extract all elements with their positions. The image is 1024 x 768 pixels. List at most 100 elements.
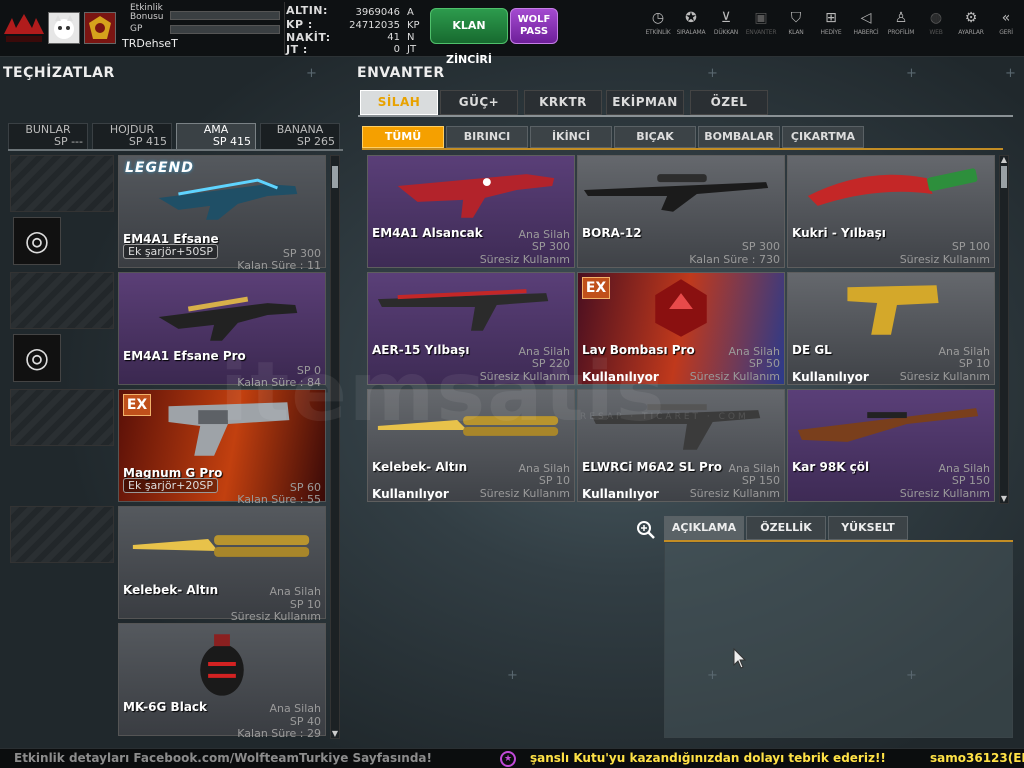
inventory-item-card[interactable]: Kukri - Yılbaşı SP 100 Süresiz Kullanım: [787, 155, 995, 268]
nav-etkinlik[interactable]: ◷ ETKİNLİK: [641, 10, 675, 46]
nav-label: WEB: [929, 29, 943, 36]
nav-ayarlar[interactable]: ⚙ AYARLAR: [954, 10, 988, 46]
inventory-scrollbar[interactable]: ▲ ▼: [999, 155, 1009, 504]
item-name: Kelebek- Altın: [123, 583, 219, 597]
inventory-item-card[interactable]: Kar 98K çöl Ana Silah SP 150 Süresiz Kul…: [787, 389, 995, 502]
loadout-tab[interactable]: BANANA SP 265: [260, 123, 340, 149]
equipped-item-card[interactable]: LEGEND EM4A1 Efsane Ek şarjör+50SP SP 30…: [118, 155, 326, 272]
item-type: Ana Silah: [269, 585, 321, 598]
nav-geri[interactable]: « GERİ: [989, 10, 1023, 46]
item-time: Süresiz Kullanım: [899, 370, 990, 383]
game-logo: [4, 14, 44, 42]
decor-plus: +: [1005, 66, 1016, 81]
nav-hediye[interactable]: ⊞ HEDİYE: [814, 10, 848, 46]
decor-plus: +: [906, 668, 917, 683]
nav-siralama[interactable]: ✪ SIRALAMA: [674, 10, 708, 46]
item-name: Kelebek- Altın: [372, 460, 468, 474]
nav-haberci[interactable]: ◁ HABERCİ: [849, 10, 883, 46]
subtab-bicak[interactable]: BIÇAK: [614, 126, 696, 148]
player-avatar[interactable]: [48, 12, 80, 44]
tab-yukselt[interactable]: YÜKSELT: [828, 516, 908, 540]
subtab-tumu[interactable]: TÜMÜ: [362, 126, 444, 148]
nav-label: HEDİYE: [820, 29, 842, 36]
subtab-bombalar[interactable]: BOMBALAR: [698, 126, 780, 148]
tab-krktr[interactable]: KRKTR: [524, 90, 602, 115]
nav-envanter[interactable]: ▣ ENVANTER: [744, 10, 778, 46]
item-sp: SP 300: [741, 240, 780, 253]
gear-icon: ⚙: [964, 10, 978, 26]
tab-ekipman[interactable]: EKİPMAN: [606, 90, 684, 115]
scroll-down-arrow-icon[interactable]: ▼: [331, 730, 339, 738]
currency-unit: KP: [407, 20, 420, 31]
gp-bar: [170, 25, 280, 34]
item-sp: SP 300: [531, 240, 570, 253]
tab-ozel[interactable]: ÖZEL: [690, 90, 768, 115]
currency-label: JT :: [286, 43, 308, 56]
ticker-message: samo36123(EM: [930, 751, 1024, 765]
item-bonus-tag: Ek şarjör+20SP: [123, 478, 218, 493]
scroll-thumb[interactable]: [1001, 166, 1007, 188]
nav-label: DÜKKAN: [713, 29, 739, 36]
scroll-up-arrow-icon[interactable]: ▲: [1000, 156, 1008, 164]
clan-chain-button[interactable]: KLAN ZİNCİRİ: [430, 8, 508, 66]
equipped-item-card[interactable]: MK-6G Black Ana Silah SP 40 Kalan Süre :…: [118, 623, 326, 740]
rifle-icon: [377, 289, 549, 331]
inventory-item-card[interactable]: DE GL Ana Silah SP 10 Süresiz Kullanım K…: [787, 272, 995, 385]
decor-plus: +: [306, 66, 317, 81]
subtab-ikinci[interactable]: İKİNCİ: [530, 126, 612, 148]
clan-emblem[interactable]: [84, 12, 116, 44]
subtab-birinci[interactable]: BIRINCI: [446, 126, 528, 148]
event-bonus-label: Etkinlik Bonusu: [130, 3, 164, 22]
nav-profilim[interactable]: ♙ PROFİLİM: [884, 10, 918, 46]
item-time: Kalan Süre : 11: [237, 259, 321, 272]
currency-unit: JT: [407, 44, 417, 55]
wolf-pass-button[interactable]: WOLF PASS: [510, 8, 558, 44]
item-sp: SP 10: [958, 357, 990, 370]
watermark-text: itemsatis: [220, 345, 667, 440]
megaphone-icon: ◁: [860, 10, 872, 26]
equipped-item-card[interactable]: Kelebek- Altın Ana Silah SP 10 Süresiz K…: [118, 506, 326, 623]
loadout-tab-sp: SP 415: [212, 135, 251, 148]
nav-klan[interactable]: ⛉ KLAN: [779, 10, 813, 46]
nav-dukkan[interactable]: ⊻ DÜKKAN: [709, 10, 743, 46]
loadout-tab[interactable]: BUNLAR SP ---: [8, 123, 88, 149]
inventory-item-card[interactable]: EM4A1 Alsancak Ana Silah SP 300 Süresiz …: [367, 155, 575, 268]
ex-badge: EX: [582, 277, 610, 299]
tab-ozellik[interactable]: ÖZELLİK: [746, 516, 826, 540]
shield-icon: ⛉: [790, 10, 802, 26]
reload-icon[interactable]: ◎: [13, 334, 61, 382]
loadout-tab[interactable]: HOJDUR SP 415: [92, 123, 172, 149]
loadout-tab-sp: SP 265: [296, 135, 335, 148]
decor-plus: +: [707, 668, 718, 683]
nav-label: AYARLAR: [958, 29, 984, 36]
subtab-cikartma[interactable]: ÇIKARTMA: [782, 126, 864, 148]
empty-slot[interactable]: [10, 389, 114, 446]
loadout-tab-active[interactable]: AMA SP 415: [176, 123, 256, 149]
equipment-title: TEÇHİZATLAR: [3, 65, 115, 81]
nav-web[interactable]: ◍ WEB: [919, 10, 953, 46]
reload-icon[interactable]: ◎: [13, 217, 61, 265]
equipment-scrollbar[interactable]: ▼: [330, 155, 340, 739]
empty-slot[interactable]: [10, 155, 114, 212]
nav-label: ENVANTER: [745, 29, 777, 36]
empty-slot[interactable]: [10, 272, 114, 329]
scroll-down-arrow-icon[interactable]: ▼: [1000, 495, 1008, 503]
currency-label: KP :: [286, 18, 313, 31]
tab-aciklama[interactable]: AÇIKLAMA: [664, 516, 744, 540]
cart-icon: ⊻: [720, 10, 732, 26]
tab-silah[interactable]: SİLAH: [360, 90, 438, 115]
decor-plus: +: [707, 66, 718, 81]
decor-plus: +: [507, 668, 518, 683]
mouse-cursor-icon: [733, 648, 747, 669]
inventory-tabs-divider: [358, 115, 1013, 117]
scroll-thumb[interactable]: [332, 166, 338, 188]
item-time: Kalan Süre : 730: [689, 253, 780, 266]
inventory-item-card[interactable]: BORA-12 SP 300 Kalan Süre : 730: [577, 155, 785, 268]
item-sp: SP 150: [741, 474, 780, 487]
empty-slot[interactable]: [10, 506, 114, 563]
item-time: Süresiz Kullanım: [899, 487, 990, 500]
zoom-icon[interactable]: [636, 520, 656, 540]
item-name: EM4A1 Alsancak: [372, 226, 483, 240]
item-sp: SP 50: [748, 357, 780, 370]
tab-guc[interactable]: GÜÇ+: [440, 90, 518, 115]
